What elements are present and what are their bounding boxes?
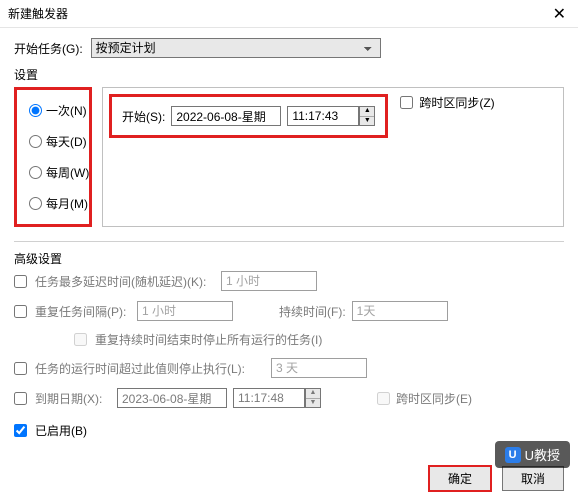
radio-monthly[interactable]: 每月(M): [29, 195, 77, 212]
expire-tz-label: 跨时区同步(E): [396, 390, 472, 407]
ok-button[interactable]: 确定: [428, 465, 492, 492]
tz-sync-label: 跨时区同步(Z): [419, 94, 494, 111]
time-spinner[interactable]: ▲▼: [359, 106, 375, 126]
duration-label: 持续时间(F):: [279, 303, 346, 320]
spinner-up-icon[interactable]: ▲: [306, 389, 320, 399]
repeat-interval-select[interactable]: 1 小时: [137, 301, 233, 321]
stop-at-end-label: 重复持续时间结束时停止所有运行的任务(I): [95, 331, 322, 348]
expire-date-input[interactable]: [117, 388, 227, 408]
expire-tz-checkbox: [377, 392, 390, 405]
stop-after-label: 任务的运行时间超过此值则停止执行(L):: [35, 360, 265, 377]
duration-select[interactable]: 1天: [352, 301, 448, 321]
delay-label: 任务最多延迟时间(随机延迟)(K):: [35, 273, 215, 290]
start-label: 开始(S):: [122, 108, 165, 125]
enabled-checkbox[interactable]: [14, 424, 27, 437]
radio-weekly[interactable]: 每周(W): [29, 164, 77, 181]
settings-detail-panel: 开始(S): ▲▼ 跨时区同步(Z): [102, 87, 564, 227]
radio-once[interactable]: 一次(N): [29, 102, 77, 119]
start-time-input[interactable]: [287, 106, 359, 126]
start-datetime-panel: 开始(S): ▲▼: [109, 94, 388, 138]
close-icon[interactable]: ✕: [549, 4, 570, 24]
advanced-group-label: 高级设置: [14, 250, 564, 267]
expire-checkbox[interactable]: [14, 392, 27, 405]
begin-task-select[interactable]: 按预定计划: [91, 38, 381, 58]
schedule-radio-group: 一次(N) 每天(D) 每周(W) 每月(M): [14, 87, 92, 227]
settings-group-label: 设置: [14, 66, 564, 83]
stop-after-checkbox[interactable]: [14, 362, 27, 375]
stop-at-end-checkbox: [74, 333, 87, 346]
delay-select[interactable]: 1 小时: [221, 271, 317, 291]
radio-daily[interactable]: 每天(D): [29, 133, 77, 150]
spinner-down-icon[interactable]: ▼: [306, 399, 320, 408]
expire-spinner[interactable]: ▲▼: [305, 388, 321, 408]
divider: [14, 241, 564, 242]
spinner-down-icon[interactable]: ▼: [360, 117, 374, 126]
spinner-up-icon[interactable]: ▲: [360, 107, 374, 117]
expire-label: 到期日期(X):: [35, 390, 111, 407]
repeat-checkbox[interactable]: [14, 305, 27, 318]
begin-task-label: 开始任务(G):: [14, 40, 83, 57]
titlebar: 新建触发器 ✕: [0, 0, 578, 28]
stop-after-select[interactable]: 3 天: [271, 358, 367, 378]
tz-sync-checkbox[interactable]: [400, 96, 413, 109]
delay-checkbox[interactable]: [14, 275, 27, 288]
cancel-button[interactable]: 取消: [502, 466, 564, 491]
repeat-label: 重复任务间隔(P):: [35, 303, 131, 320]
enabled-label: 已启用(B): [35, 422, 87, 439]
window-title: 新建触发器: [8, 5, 68, 22]
start-date-input[interactable]: [171, 106, 281, 126]
expire-time-input[interactable]: [233, 388, 305, 408]
